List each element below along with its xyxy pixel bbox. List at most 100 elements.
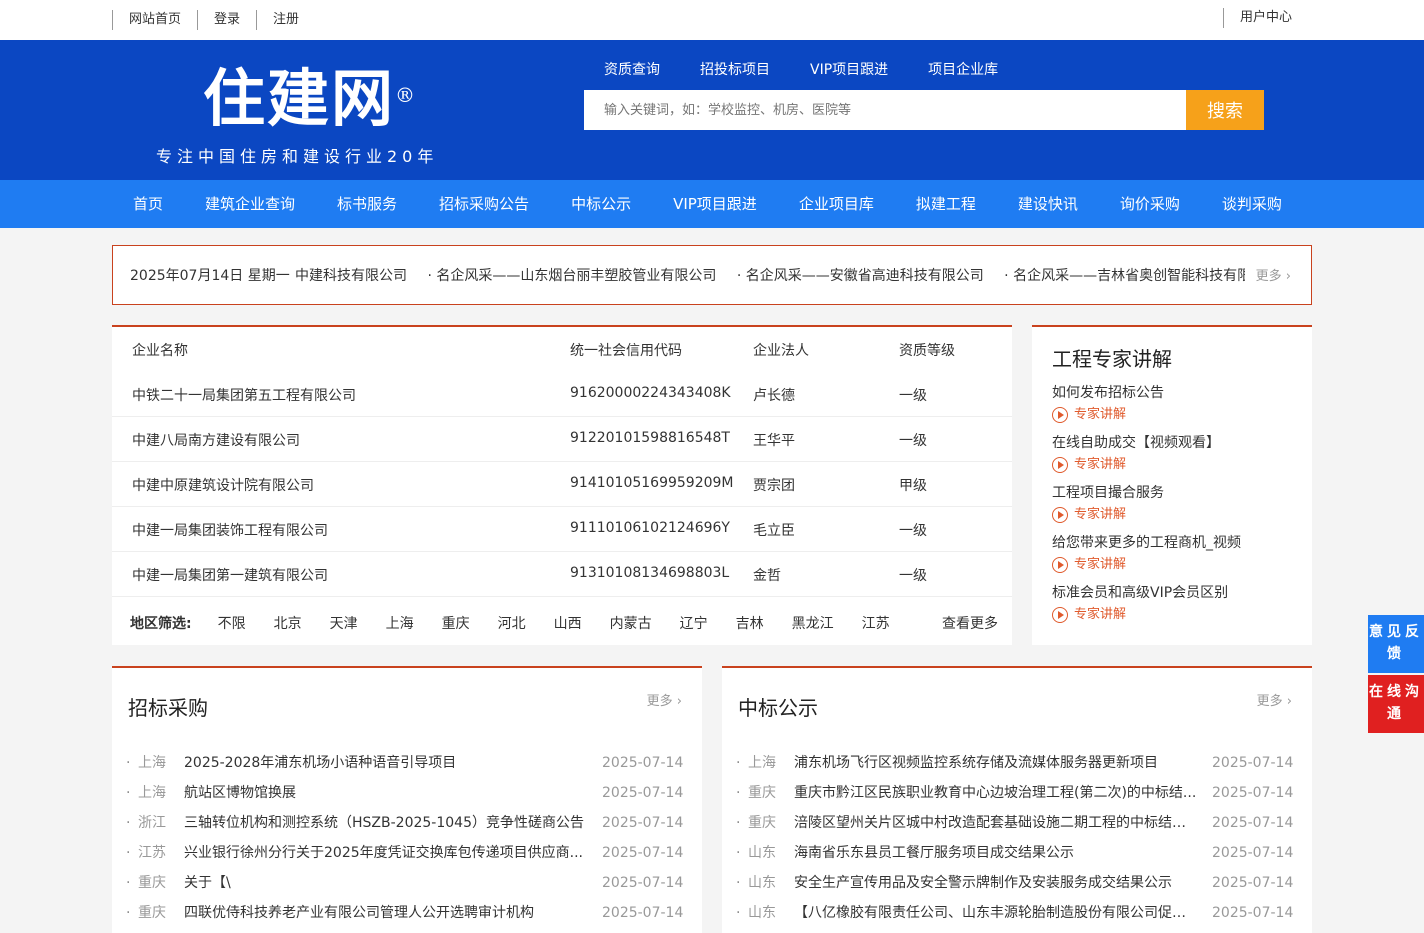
expert-item-title[interactable]: 如何发布招标公告 [1052,382,1292,404]
list-item[interactable]: · 山东 【八亿橡胶有限责任公司、山东丰源轮胎制造股份有限公司促进... 2025-0… [736,898,1293,928]
list-item[interactable]: · 江苏 兴业银行徐州分行关于2025年度凭证交换库包传递项目供应商... 2025-… [126,838,683,868]
item-title[interactable]: 关于【\ [184,868,602,898]
nav-winning-notice[interactable]: 中标公示 [550,180,652,228]
nav-inquiry[interactable]: 询价采购 [1099,180,1201,228]
credit-code: 91310108134698803L [570,565,730,581]
region-option[interactable]: 内蒙古 [610,613,652,633]
region-option[interactable]: 辽宁 [680,613,708,633]
nav-negotiation[interactable]: 谈判采购 [1201,180,1303,228]
col-code-header: 统一社会信用代码 [570,343,682,359]
expert-tag[interactable]: 专家讲解 [1052,454,1292,476]
nav-enterprise-query[interactable]: 建筑企业查询 [184,180,316,228]
list-item[interactable]: · 上海 浦东机场飞行区视频监控系统存储及流媒体服务器更新项目 2025-07-14 [736,748,1293,778]
table-row[interactable]: 中建一局集团第一建筑有限公司 91310108134698803L 金哲 一级 [112,552,1012,597]
nav-vip[interactable]: VIP项目跟进 [652,180,778,228]
subnav-vip[interactable]: VIP项目跟进 [810,60,888,80]
company-name[interactable]: 中建一局集团第一建筑有限公司 [132,565,328,585]
list-item[interactable]: · 上海 航站区博物馆换展 2025-07-14 [126,778,683,808]
expert-tag[interactable]: 专家讲解 [1052,604,1292,626]
subnav-enterprise[interactable]: 项目企业库 [928,60,998,80]
company-name[interactable]: 中铁二十一局集团第五工程有限公司 [132,385,356,405]
company-name[interactable]: 中建中原建筑设计院有限公司 [132,475,314,495]
winning-panel: 中标公示 更多 › · 上海 浦东机场飞行区视频监控系统存储及流媒体服务器更新项目 2… [722,666,1312,933]
region-option[interactable]: 黑龙江 [792,613,834,633]
search-input[interactable] [584,90,1186,130]
user-center-link[interactable]: 用户中心 [1223,8,1292,28]
region-more-link[interactable]: 查看更多 [942,613,998,633]
list-item[interactable]: · 重庆 关于【\ 2025-07-14 [126,868,683,898]
expert-tag[interactable]: 专家讲解 [1052,504,1292,526]
ticker-item[interactable]: · 名企风采——山东烟台丽丰塑胶管业有限公司 [427,268,716,284]
nav-home[interactable]: 首页 [112,180,184,228]
list-item[interactable]: · 重庆 重庆市黔江区民族职业教育中心边坡治理工程(第二次)的中标结... 2025-… [736,778,1293,808]
company-name[interactable]: 中建一局集团装饰工程有限公司 [132,520,328,540]
region-option[interactable]: 不限 [218,613,246,633]
nav-news[interactable]: 建设快讯 [997,180,1099,228]
expert-item-title[interactable]: 在线自助成交【视频观看】 [1052,432,1292,454]
list-item[interactable]: · 山东 安全生产宣传用品及安全警示牌制作及安装服务成交结果公示 2025-07-14 [736,868,1293,898]
item-title[interactable]: 【八亿橡胶有限责任公司、山东丰源轮胎制造股份有限公司促进... [794,898,1212,928]
bidding-more-link[interactable]: 更多 › [647,690,682,709]
item-title[interactable]: 四联优侍科技养老产业有限公司管理人公开选聘审计机构 [184,898,602,928]
table-row[interactable]: 中建八局南方建设有限公司 91220101598816548T 王华平 一级 [112,417,1012,462]
expert-item[interactable]: 在线自助成交【视频观看】 专家讲解 [1052,432,1292,476]
home-link[interactable]: 网站首页 [112,10,197,30]
subnav-bidding[interactable]: 招投标项目 [700,60,770,80]
expert-item[interactable]: 标准会员和高级VIP会员区别 专家讲解 [1052,582,1292,626]
register-link[interactable]: 注册 [256,10,315,30]
item-title[interactable]: 航站区博物馆换展 [184,778,602,808]
ticker-more-link[interactable]: 更多 › [1256,265,1291,284]
table-row[interactable]: 中铁二十一局集团第五工程有限公司 91620000224343408K 卢长德 … [112,372,1012,417]
region-option[interactable]: 北京 [274,613,302,633]
online-chat-button[interactable]: 在线沟通 [1368,675,1424,733]
expert-item-title[interactable]: 标准会员和高级VIP会员区别 [1052,582,1292,604]
list-item[interactable]: · 重庆 涪陵区望州关片区城中村改造配套基础设施二期工程的中标结果... 2025-0… [736,808,1293,838]
subnav-qualification[interactable]: 资质查询 [604,60,660,80]
ticker-items: 中建科技有限公司 · 名企风采——山东烟台丽丰塑胶管业有限公司 · 名企风采——… [295,265,1245,285]
play-icon [1052,407,1068,423]
list-item[interactable]: · 山东 海南省乐东县员工餐厅服务项目成交结果公示 2025-07-14 [736,838,1293,868]
expert-tag[interactable]: 专家讲解 [1052,554,1292,576]
item-title[interactable]: 2025-2028年浦东机场小语种语音引导项目 [184,748,602,778]
list-item[interactable]: · 重庆 四联优侍科技养老产业有限公司管理人公开选聘审计机构 2025-07-14 [126,898,683,928]
feedback-button[interactable]: 意见反馈 [1368,615,1424,673]
nav-project-library[interactable]: 企业项目库 [778,180,895,228]
site-logo[interactable]: 住建网® [203,62,417,136]
item-title[interactable]: 重庆市黔江区民族职业教育中心边坡治理工程(第二次)的中标结... [794,778,1212,808]
qualification-level: 一级 [899,523,927,539]
item-title[interactable]: 三轴转位机构和测控系统（HSZB-2025-1045）竞争性磋商公告 [184,808,602,838]
ticker-item[interactable]: · 名企风采——吉林省奥创智能科技有限公司 [1004,268,1245,284]
expert-item-title[interactable]: 给您带来更多的工程商机_视频 [1052,532,1292,554]
list-item[interactable]: · 上海 2025-2028年浦东机场小语种语音引导项目 2025-07-14 [126,748,683,778]
expert-item[interactable]: 如何发布招标公告 专家讲解 [1052,382,1292,426]
search-button[interactable]: 搜索 [1186,90,1264,130]
item-title[interactable]: 安全生产宣传用品及安全警示牌制作及安装服务成交结果公示 [794,868,1212,898]
nav-bidding-notice[interactable]: 招标采购公告 [418,180,550,228]
nav-planned[interactable]: 拟建工程 [895,180,997,228]
region-option[interactable]: 重庆 [442,613,470,633]
item-title[interactable]: 浦东机场飞行区视频监控系统存储及流媒体服务器更新项目 [794,748,1212,778]
table-row[interactable]: 中建中原建筑设计院有限公司 91410105169959209M 贾宗团 甲级 [112,462,1012,507]
expert-item[interactable]: 工程项目撮合服务 专家讲解 [1052,482,1292,526]
region-option[interactable]: 上海 [386,613,414,633]
region-option[interactable]: 山西 [554,613,582,633]
item-title[interactable]: 涪陵区望州关片区城中村改造配套基础设施二期工程的中标结果... [794,808,1212,838]
region-option[interactable]: 江苏 [862,613,890,633]
winning-more-link[interactable]: 更多 › [1257,690,1292,709]
region-option[interactable]: 河北 [498,613,526,633]
bidding-list: · 上海 2025-2028年浦东机场小语种语音引导项目 2025-07-14 · 上海… [126,748,683,928]
nav-tender-service[interactable]: 标书服务 [316,180,418,228]
region-option[interactable]: 吉林 [736,613,764,633]
company-name[interactable]: 中建八局南方建设有限公司 [132,430,300,450]
item-title[interactable]: 海南省乐东县员工餐厅服务项目成交结果公示 [794,838,1212,868]
expert-item-title[interactable]: 工程项目撮合服务 [1052,482,1292,504]
table-row[interactable]: 中建一局集团装饰工程有限公司 91110106102124696Y 毛立臣 一级 [112,507,1012,552]
list-item[interactable]: · 浙江 三轴转位机构和测控系统（HSZB-2025-1045）竞争性磋商公告 202… [126,808,683,838]
region-option[interactable]: 天津 [330,613,358,633]
ticker-item[interactable]: 中建科技有限公司 [295,268,407,284]
expert-tag[interactable]: 专家讲解 [1052,404,1292,426]
item-title[interactable]: 兴业银行徐州分行关于2025年度凭证交换库包传递项目供应商... [184,838,602,868]
ticker-item[interactable]: · 名企风采——安徽省高迪科技有限公司 [737,268,984,284]
login-link[interactable]: 登录 [197,10,256,30]
expert-item[interactable]: 给您带来更多的工程商机_视频 专家讲解 [1052,532,1292,576]
